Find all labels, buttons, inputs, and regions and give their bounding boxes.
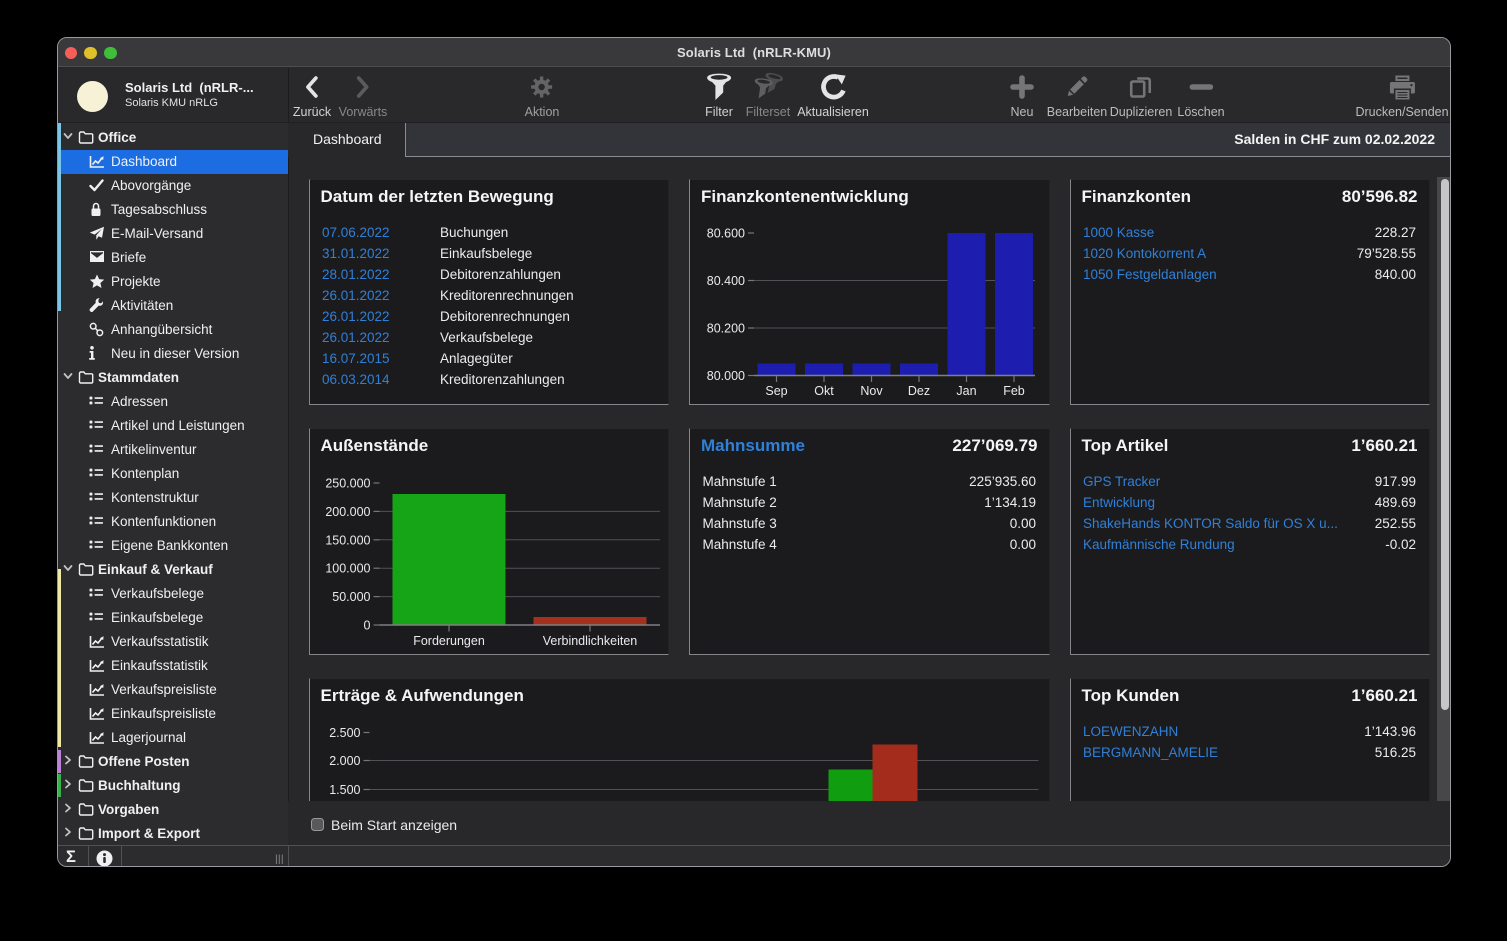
svg-text:Sep: Sep (765, 384, 787, 398)
svg-text:Jan: Jan (956, 384, 976, 398)
svg-text:Dez: Dez (908, 384, 930, 398)
svg-text:1.500: 1.500 (329, 783, 360, 797)
svg-text:250.000: 250.000 (325, 476, 370, 490)
svg-text:Okt: Okt (814, 384, 834, 398)
svg-text:80.600: 80.600 (707, 226, 745, 240)
svg-text:Forderungen: Forderungen (413, 634, 485, 648)
svg-text:80.400: 80.400 (707, 274, 745, 288)
svg-text:80.000: 80.000 (707, 369, 745, 383)
svg-text:150.000: 150.000 (325, 533, 370, 547)
svg-text:200.000: 200.000 (325, 504, 370, 518)
svg-text:Nov: Nov (860, 384, 883, 398)
svg-text:0: 0 (363, 618, 370, 632)
svg-text:Feb: Feb (1003, 384, 1025, 398)
svg-text:2.000: 2.000 (329, 754, 360, 768)
svg-text:100.000: 100.000 (325, 561, 370, 575)
svg-text:2.500: 2.500 (329, 726, 360, 740)
svg-text:Verbindlichkeiten: Verbindlichkeiten (542, 634, 637, 648)
svg-text:80.200: 80.200 (707, 321, 745, 335)
svg-text:50.000: 50.000 (332, 590, 370, 604)
